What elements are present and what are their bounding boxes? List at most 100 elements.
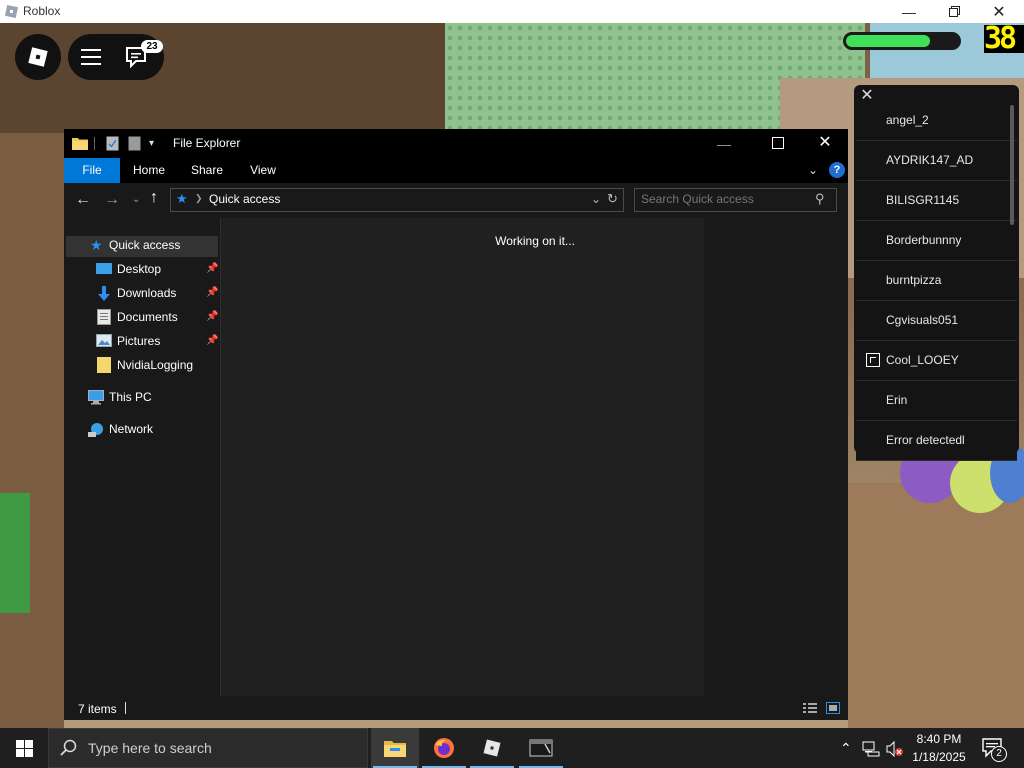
player-row[interactable]: angel_2 <box>856 102 1017 141</box>
nav-downloads[interactable]: Downloads <box>117 283 176 303</box>
item-count: 7 items <box>78 702 117 716</box>
back-arrow-icon[interactable]: ← <box>75 191 91 209</box>
player-list-scrollbar[interactable] <box>1010 105 1014 225</box>
explorer-title-bar: ▾ File Explorer — ✕ <box>64 129 848 158</box>
properties-icon[interactable] <box>106 136 119 151</box>
search-icon: ⚲ <box>815 191 825 206</box>
desktop-icon <box>96 262 112 278</box>
roblox-title-bar: Roblox — ✕ <box>0 0 1024 23</box>
pin-icon[interactable]: 📌 <box>206 263 218 274</box>
taskbar-roblox[interactable] <box>468 728 516 768</box>
roblox-icon <box>483 739 501 757</box>
details-view-icon[interactable] <box>803 701 817 713</box>
player-row[interactable]: BILISGR1145 <box>856 182 1017 221</box>
player-name: Borderbunnny <box>886 233 962 247</box>
network-status-icon[interactable] <box>862 741 880 757</box>
new-folder-icon[interactable] <box>128 136 141 151</box>
roblox-menu-button[interactable] <box>15 34 61 80</box>
nav-quick-access[interactable]: Quick access <box>109 235 180 255</box>
file-list-area[interactable] <box>221 218 704 696</box>
this-pc-icon <box>88 390 104 406</box>
player-row[interactable]: AYDRIK147_AD <box>856 142 1017 181</box>
notifications-button[interactable]: 2 <box>982 738 1007 762</box>
app-window-icon <box>529 739 553 757</box>
minimize-button[interactable]: — <box>886 0 932 23</box>
tab-view[interactable]: View <box>238 158 288 183</box>
player-name: Erin <box>886 393 908 407</box>
pictures-icon <box>96 334 112 350</box>
clock-time[interactable]: 8:40 PM <box>909 732 969 746</box>
roblox-app-icon <box>4 4 19 19</box>
documents-icon <box>97 309 113 325</box>
downloads-icon <box>96 286 112 302</box>
nav-network[interactable]: Network <box>109 419 153 439</box>
windows-logo-icon <box>15 739 33 757</box>
tab-file[interactable]: File <box>64 158 120 183</box>
taskbar-app[interactable] <box>517 728 565 768</box>
refresh-icon[interactable]: ↻ <box>607 191 618 207</box>
player-name: Error detectedl <box>886 433 965 447</box>
nav-nvidialogging[interactable]: NvidiaLogging <box>117 355 193 375</box>
recent-locations-icon[interactable]: ⌄ <box>132 194 140 205</box>
help-icon[interactable]: ? <box>829 162 845 178</box>
window-title: Roblox <box>23 4 61 18</box>
forward-arrow-icon[interactable]: → <box>104 191 120 209</box>
nav-pictures[interactable]: Pictures <box>117 331 160 351</box>
player-row[interactable]: Error detectedl <box>856 422 1017 461</box>
player-row[interactable]: Erin <box>856 382 1017 421</box>
taskbar-firefox[interactable] <box>420 728 468 768</box>
explorer-maximize-button[interactable] <box>772 137 784 149</box>
explorer-ribbon: File Home Share View ⌄ ? <box>64 158 848 183</box>
quick-access-toolbar-dropdown-icon[interactable]: ▾ <box>149 138 154 149</box>
up-arrow-icon[interactable]: ↑ <box>150 189 158 207</box>
taskbar-file-explorer[interactable] <box>371 728 419 768</box>
explorer-status-bar <box>64 696 848 720</box>
chat-badge: 23 <box>141 40 163 53</box>
roblox-logo-icon <box>28 47 48 67</box>
explorer-minimize-button[interactable]: — <box>704 136 744 152</box>
pin-icon[interactable]: 📌 <box>206 287 218 298</box>
quick-access-star-icon: ★ <box>176 191 188 206</box>
player-name: BILISGR1145 <box>886 193 960 207</box>
nav-this-pc[interactable]: This PC <box>109 387 152 407</box>
clock-date[interactable]: 1/18/2025 <box>909 750 969 764</box>
fps-counter: 38 <box>984 24 1024 54</box>
start-button[interactable] <box>0 728 48 768</box>
star-icon: ★ <box>90 237 103 253</box>
address-text: Quick access <box>209 192 281 206</box>
nav-desktop[interactable]: Desktop <box>117 259 161 279</box>
tab-share[interactable]: Share <box>182 158 232 183</box>
pin-icon[interactable]: 📌 <box>206 311 218 322</box>
folder-icon <box>72 136 88 150</box>
show-hidden-icons-button[interactable]: ⌃ <box>840 740 852 757</box>
notification-count-badge: 2 <box>991 746 1007 762</box>
address-dropdown-icon[interactable]: ⌄ <box>591 192 601 206</box>
expand-ribbon-icon[interactable]: ⌄ <box>808 163 818 177</box>
explorer-search-input[interactable] <box>641 192 813 206</box>
loading-message: Working on it... <box>495 234 575 248</box>
player-name: Cgvisuals051 <box>886 313 959 327</box>
restore-icon <box>948 6 960 17</box>
hamburger-icon[interactable] <box>80 46 102 68</box>
player-row[interactable]: burntpizza <box>856 262 1017 301</box>
explorer-close-button[interactable]: ✕ <box>813 132 837 154</box>
player-row[interactable]: Cgvisuals051 <box>856 302 1017 341</box>
close-button[interactable]: ✕ <box>976 0 1022 23</box>
large-icons-view-icon[interactable] <box>826 701 840 714</box>
pin-icon[interactable]: 📌 <box>206 335 218 346</box>
taskbar-search-placeholder: Type here to search <box>88 740 212 756</box>
network-icon <box>88 422 104 438</box>
breadcrumb-separator-icon: ❯ <box>195 193 203 203</box>
player-name: AYDRIK147_AD <box>886 153 974 167</box>
player-row[interactable]: Borderbunnny <box>856 222 1017 261</box>
restore-button[interactable] <box>931 0 977 23</box>
explorer-title: File Explorer <box>173 136 241 150</box>
volume-muted-icon[interactable] <box>886 740 904 758</box>
player-name: Cool_LOOEY <box>886 353 959 367</box>
nav-documents[interactable]: Documents <box>117 307 178 327</box>
player-name: burntpizza <box>886 273 942 287</box>
premium-icon <box>866 353 880 367</box>
health-bar-fill <box>846 35 930 47</box>
tab-home[interactable]: Home <box>124 158 174 183</box>
player-row[interactable]: Cool_LOOEY <box>856 342 1017 381</box>
